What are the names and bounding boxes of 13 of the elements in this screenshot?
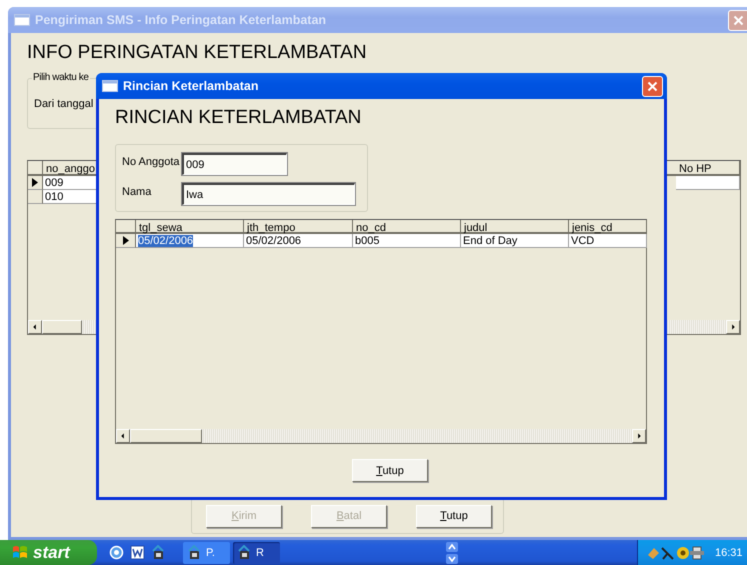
table-cell: 05/02/2006: [136, 234, 244, 248]
dialog-heading: RINCIAN KETERLAMBATAN: [115, 107, 362, 129]
window-title: Rincian Keterlambatan: [123, 79, 260, 93]
group-label: Pilih waktu ke: [32, 72, 90, 83]
table-cell: b005: [353, 234, 461, 248]
window-title: Pengiriman SMS - Info Peringatan Keterlambatan: [35, 13, 328, 27]
table-cell: VCD: [569, 234, 647, 248]
field-label: Dari tanggal: [34, 98, 94, 110]
table-cell: End of Day: [461, 234, 569, 248]
field-label: No Anggota: [122, 155, 180, 168]
table-cell: 05/02/2006: [244, 234, 353, 248]
clock: 16:31: [715, 546, 743, 558]
page-heading: INFO PERINGATAN KETERLAMBATAN: [27, 42, 368, 64]
